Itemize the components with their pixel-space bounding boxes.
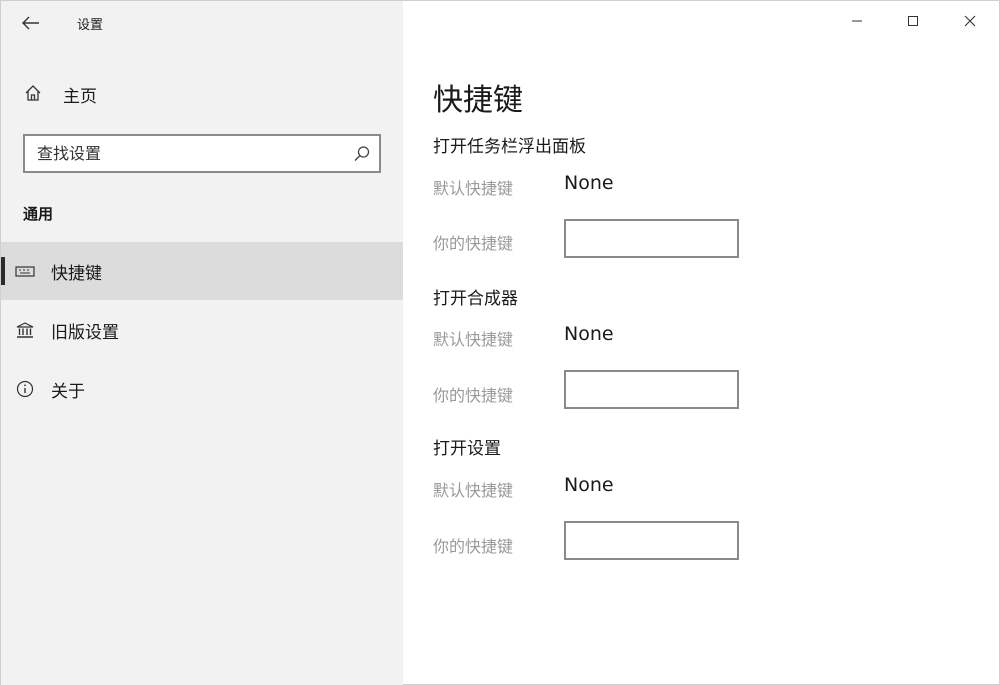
app-title: 设置: [77, 18, 104, 33]
custom-shortcut-label: 你的快捷键: [433, 234, 514, 253]
sidebar: 设置 主页 通用: [1, 1, 403, 685]
maximize-icon: [908, 16, 918, 26]
sidebar-item-home[interactable]: 主页: [1, 73, 403, 113]
close-icon: [964, 15, 976, 27]
custom-shortcut-label: 你的快捷键: [433, 386, 514, 405]
minimize-icon: [852, 20, 862, 22]
sidebar-item-legacy-settings[interactable]: 旧版设置: [1, 301, 403, 359]
group-title-taskbar-flyout: 打开任务栏浮出面板: [433, 137, 586, 157]
maximize-button[interactable]: [891, 5, 935, 37]
settings-window: 设置 主页 通用: [0, 0, 1000, 685]
sidebar-item-label: 快捷键: [51, 264, 102, 284]
custom-shortcut-input-taskbar-flyout[interactable]: [564, 219, 739, 258]
default-shortcut-value: None: [564, 474, 614, 496]
search-icon[interactable]: [353, 145, 371, 163]
back-arrow-icon: [22, 16, 39, 30]
custom-shortcut-input-settings[interactable]: [564, 521, 739, 560]
search-input[interactable]: [25, 136, 345, 171]
sidebar-item-about[interactable]: 关于: [1, 360, 403, 418]
default-shortcut-value: None: [564, 323, 614, 345]
close-button[interactable]: [948, 5, 992, 37]
minimize-button[interactable]: [835, 5, 879, 37]
default-shortcut-label: 默认快捷键: [433, 179, 514, 198]
selection-indicator: [1, 257, 5, 285]
custom-shortcut-label: 你的快捷键: [433, 537, 514, 556]
keyboard-icon: [15, 261, 35, 281]
sidebar-item-shortcuts[interactable]: 快捷键: [1, 242, 403, 300]
bank-icon: [15, 320, 35, 340]
group-title-settings: 打开设置: [433, 439, 501, 459]
default-shortcut-label: 默认快捷键: [433, 481, 514, 500]
default-shortcut-value: None: [564, 172, 614, 194]
back-button[interactable]: [13, 7, 49, 39]
section-label: 通用: [23, 205, 54, 223]
search-box[interactable]: [23, 134, 381, 173]
title-bar: 设置: [1, 1, 403, 45]
info-icon: [15, 379, 35, 399]
home-label: 主页: [63, 87, 97, 107]
custom-shortcut-input-compositor[interactable]: [564, 370, 739, 409]
group-title-compositor: 打开合成器: [433, 289, 518, 309]
sidebar-item-label: 旧版设置: [51, 323, 119, 343]
page-title: 快捷键: [433, 83, 523, 118]
home-icon: [23, 83, 43, 103]
default-shortcut-label: 默认快捷键: [433, 330, 514, 349]
sidebar-item-label: 关于: [51, 382, 85, 402]
